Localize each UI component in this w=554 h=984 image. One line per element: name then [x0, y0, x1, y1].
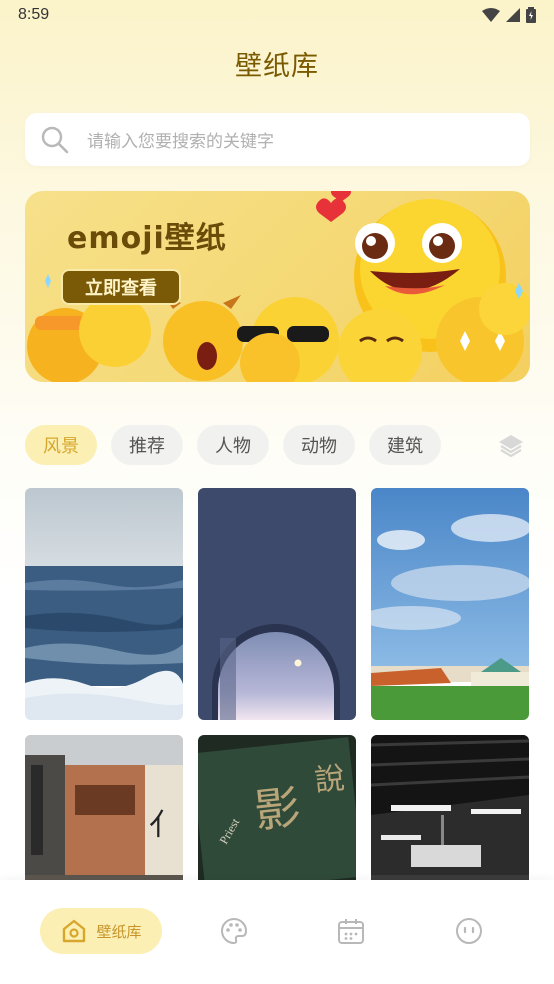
wallpaper-tile-sea[interactable]: [25, 488, 183, 720]
wallpaper-tile-moon[interactable]: [198, 488, 356, 720]
svg-text:影: 影: [252, 780, 303, 839]
status-icons: [482, 7, 536, 23]
search-bar[interactable]: 请输入您要搜索的关键字: [25, 113, 530, 166]
nav-item-palette[interactable]: [218, 908, 250, 954]
status-time: 8:59: [18, 6, 50, 23]
wifi-icon: [482, 8, 500, 22]
banner-title: emoji壁纸: [67, 221, 227, 256]
svg-text:說: 說: [313, 761, 346, 799]
layers-icon[interactable]: [497, 432, 525, 460]
search-input[interactable]: 请输入您要搜索的关键字: [87, 127, 274, 152]
palette-icon: [221, 917, 248, 945]
face-icon: [456, 918, 482, 944]
home-icon: [63, 919, 86, 943]
view-now-button[interactable]: 立即查看: [61, 269, 181, 305]
search-icon: [41, 125, 71, 155]
tab-architecture[interactable]: 建筑: [369, 425, 441, 465]
nav-item-wallpapers[interactable]: 壁纸库: [40, 908, 162, 954]
nav-item-profile[interactable]: [453, 908, 485, 954]
nav-label-wallpapers: 壁纸库: [96, 922, 142, 941]
svg-text:亻: 亻: [149, 808, 179, 843]
calendar-icon: [338, 919, 364, 944]
tab-recommended[interactable]: 推荐: [111, 425, 183, 465]
tab-people[interactable]: 人物: [197, 425, 269, 465]
page-title: 壁纸库: [235, 51, 319, 82]
status-bar: 8:59: [0, 0, 554, 30]
wallpaper-tile-sky[interactable]: [371, 488, 529, 720]
signal-icon: [506, 8, 520, 22]
promo-banner[interactable]: emoji壁纸 立即查看: [25, 191, 530, 382]
nav-item-calendar[interactable]: [335, 908, 367, 954]
bottom-nav: 壁纸库: [0, 880, 554, 984]
tab-animals[interactable]: 动物: [283, 425, 355, 465]
category-tabs: 风景 推荐 人物 动物 建筑: [25, 425, 455, 465]
tab-scenery[interactable]: 风景: [25, 425, 97, 465]
battery-icon: [526, 7, 536, 23]
